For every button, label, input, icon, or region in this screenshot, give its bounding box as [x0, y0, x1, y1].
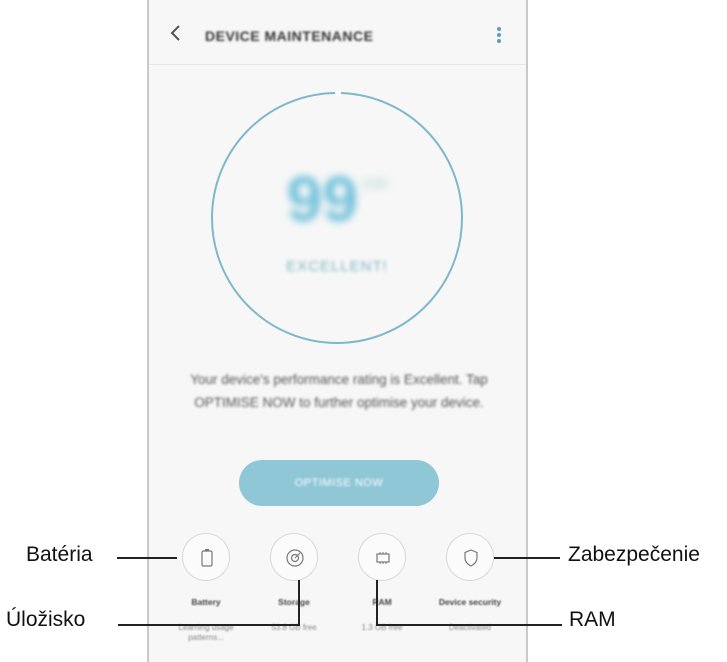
battery-icon-circle: [182, 533, 230, 581]
battery-icon: [201, 549, 213, 567]
callout-line-ram-vertical: [376, 580, 378, 626]
ring-marker: [335, 90, 341, 96]
optimise-now-button[interactable]: OPTIMISE NOW: [239, 460, 439, 506]
tile-device-security[interactable]: Device security Deactivated: [425, 533, 515, 633]
phone-screen: DEVICE MAINTENANCE 99/100 EXCELLENT! You…: [147, 0, 528, 662]
storage-icon-circle: [270, 533, 318, 581]
tile-ram[interactable]: RAM 1.3 GB free: [337, 533, 427, 633]
tile-storage[interactable]: Storage 53.8 GB free: [249, 533, 339, 633]
more-options-icon[interactable]: [496, 26, 502, 44]
shield-icon: [464, 549, 478, 567]
performance-description: Your device's performance rating is Exce…: [190, 372, 488, 410]
storage-icon: [286, 549, 304, 567]
score-ring: 99/100 EXCELLENT!: [211, 90, 463, 344]
ram-icon-circle: [358, 533, 406, 581]
score-unit: /100: [361, 176, 388, 191]
score-display: 99/100: [213, 162, 461, 236]
back-arrow-icon[interactable]: [167, 24, 185, 42]
tile-label: RAM: [372, 597, 392, 607]
tile-label: Device security: [438, 597, 502, 607]
callout-line-storage-vertical: [298, 580, 300, 626]
tile-sub: Learning usage patterns...: [178, 623, 234, 642]
optimise-now-label: OPTIMISE NOW: [294, 477, 384, 489]
score-status: EXCELLENT!: [286, 258, 388, 275]
callout-security: Zabezpečenie: [568, 543, 700, 566]
app-bar: DEVICE MAINTENANCE: [149, 0, 526, 65]
callout-line-security: [494, 557, 560, 559]
ram-chip-icon: [376, 552, 390, 564]
callout-line-storage: [118, 624, 300, 626]
tile-battery[interactable]: Battery Learning usage patterns...: [161, 533, 251, 643]
score-value: 99: [286, 163, 358, 235]
tile-label: Battery: [191, 597, 221, 607]
callout-ram: RAM: [569, 608, 616, 631]
tile-label: Storage: [278, 597, 310, 607]
page-title: DEVICE MAINTENANCE: [205, 28, 374, 44]
callout-battery: Batéria: [26, 543, 93, 566]
callout-line-battery: [117, 557, 177, 559]
security-icon-circle: [446, 533, 494, 581]
callout-line-ram: [376, 624, 562, 626]
callout-storage: Úložisko: [6, 608, 86, 631]
